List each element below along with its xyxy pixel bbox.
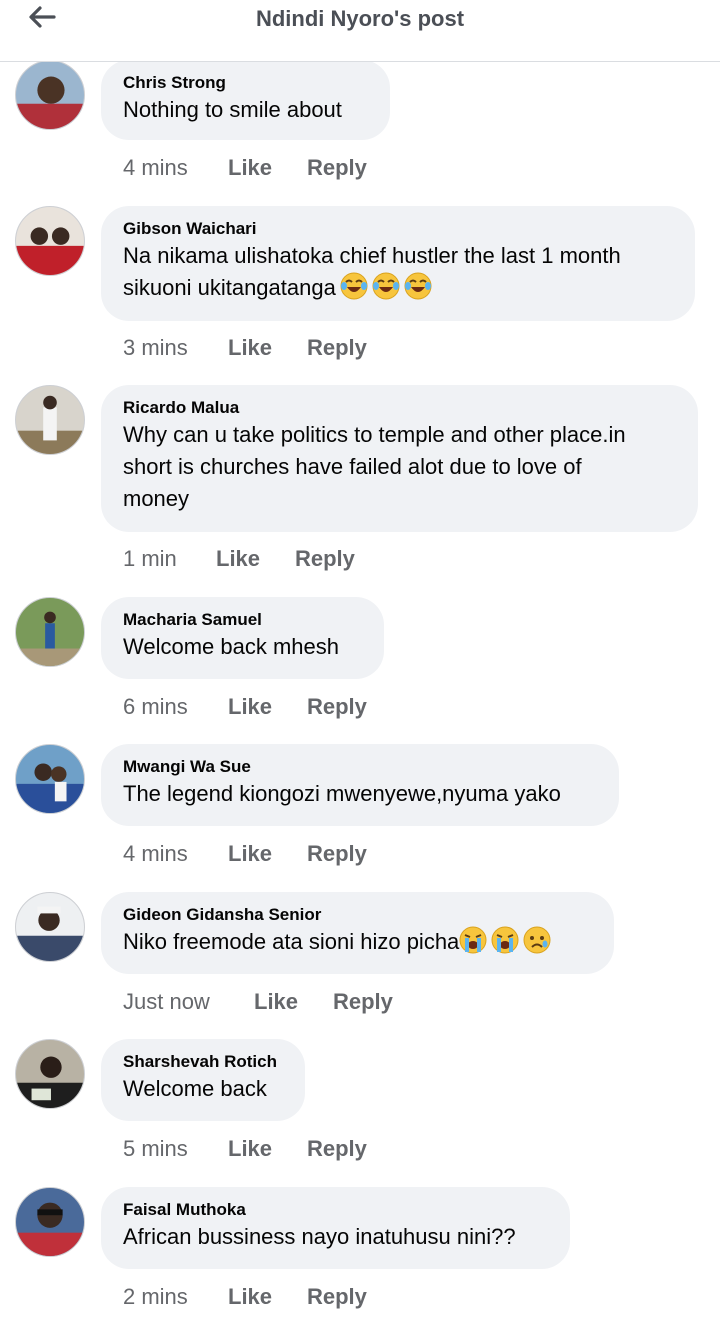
avatar[interactable] [15,385,85,455]
comment-time[interactable]: 5 mins [123,1136,228,1162]
avatar[interactable] [15,892,85,962]
comment-actions: 4 mins Like Reply [123,153,367,183]
comment-time[interactable]: 4 mins [123,155,228,181]
loudly-crying-emoji [459,926,487,954]
avatar[interactable] [15,744,85,814]
comment-author[interactable]: Sharshevah Rotich [123,1051,283,1073]
comment-bubble: Macharia Samuel Welcome back mhesh [101,597,384,679]
comment-text-wrap: Na nikama ulishatoka chief hustler the l… [123,240,673,304]
like-button[interactable]: Like [228,335,307,361]
reply-button[interactable]: Reply [307,1136,367,1162]
comment-actions: 5 mins Like Reply [123,1134,367,1164]
like-button[interactable]: Like [228,1136,307,1162]
comment-text: Niko freemode ata sioni hizo picha [123,929,460,954]
comment-text: Why can u take politics to temple and ot… [123,422,626,511]
comment-text: The legend kiongozi mwenyewe,nyuma yako [123,781,561,806]
comment-time[interactable]: 2 mins [123,1284,228,1310]
avatar[interactable] [15,206,85,276]
reply-button[interactable]: Reply [307,155,367,181]
like-button[interactable]: Like [228,841,307,867]
laughing-tears-emoji [404,272,432,300]
comment-author[interactable]: Macharia Samuel [123,609,362,631]
comment-bubble: Faisal Muthoka African bussiness nayo in… [101,1187,570,1269]
comment-time[interactable]: Just now [123,989,254,1015]
avatar[interactable] [15,1039,85,1109]
comment-actions: 1 min Like Reply [123,544,355,574]
like-button[interactable]: Like [254,989,333,1015]
comment-actions: 4 mins Like Reply [123,839,367,869]
comment-author[interactable]: Gibson Waichari [123,218,673,240]
like-button[interactable]: Like [216,546,295,572]
comment-author[interactable]: Mwangi Wa Sue [123,756,597,778]
comment-author[interactable]: Faisal Muthoka [123,1199,548,1221]
like-button[interactable]: Like [228,155,307,181]
comment-text: Welcome back mhesh [123,634,340,659]
comment-text-wrap: Niko freemode ata sioni hizo picha [123,926,592,958]
avatar[interactable] [15,597,85,667]
comment-time[interactable]: 6 mins [123,694,228,720]
comment-bubble: Mwangi Wa Sue The legend kiongozi mwenye… [101,744,619,826]
comment-bubble: Sharshevah Rotich Welcome back [101,1039,305,1121]
comment-text: African bussiness nayo inatuhusu nini?? [123,1224,516,1249]
post-header: Ndindi Nyoro's post [0,0,720,62]
like-button[interactable]: Like [228,694,307,720]
comment-time[interactable]: 4 mins [123,841,228,867]
sad-tear-emoji [523,926,551,954]
comment-bubble: Gibson Waichari Na nikama ulishatoka chi… [101,206,695,321]
comment-text: Nothing to smile about [123,97,342,122]
laughing-tears-emoji [340,272,368,300]
laughing-tears-emoji [372,272,400,300]
comment-actions: 2 mins Like Reply [123,1282,367,1312]
page-title: Ndindi Nyoro's post [255,6,465,31]
comment-actions: 3 mins Like Reply [123,333,367,363]
comment-text: Welcome back [123,1076,267,1101]
reply-button[interactable]: Reply [295,546,355,572]
reply-button[interactable]: Reply [307,694,367,720]
comment-time[interactable]: 1 min [123,546,216,572]
comment-actions: Just now Like Reply [123,987,393,1017]
loudly-crying-emoji [491,926,519,954]
reply-button[interactable]: Reply [307,841,367,867]
like-button[interactable]: Like [228,1284,307,1310]
comment-time[interactable]: 3 mins [123,335,228,361]
comment-bubble: Gideon Gidansha Senior Niko freemode ata… [101,892,614,974]
reply-button[interactable]: Reply [307,335,367,361]
comment-bubble: Chris Strong Nothing to smile about [101,60,390,140]
avatar[interactable] [15,1187,85,1257]
reply-button[interactable]: Reply [307,1284,367,1310]
comment-bubble: Ricardo Malua Why can u take politics to… [101,385,698,532]
comment-author[interactable]: Chris Strong [123,72,368,94]
comment-author[interactable]: Gideon Gidansha Senior [123,904,592,926]
avatar[interactable] [15,60,85,130]
comment-actions: 6 mins Like Reply [123,692,367,722]
comment-author[interactable]: Ricardo Malua [123,397,676,419]
reply-button[interactable]: Reply [333,989,393,1015]
